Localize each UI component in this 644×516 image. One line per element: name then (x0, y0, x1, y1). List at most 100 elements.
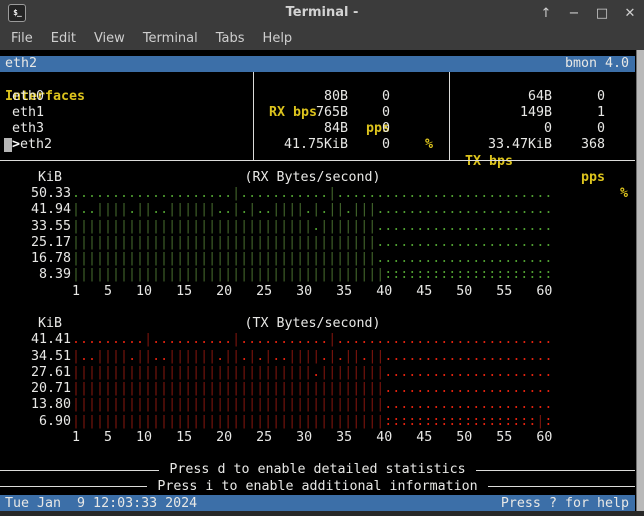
graph-row: 20.71|||||||||||||||||||||||||||||||||||… (4, 381, 635, 397)
graph-unit: KiB (4, 316, 62, 332)
graph-row-cells: |||||||||||||||||||||||||||||||||||||||:… (72, 267, 552, 283)
graph-row: 13.80|||||||||||||||||||||||||||||||||||… (4, 397, 635, 413)
graph-row: 8.39||||||||||||||||||||||||||||||||||||… (4, 267, 635, 283)
menubar: FileEditViewTerminalTabsHelp (0, 27, 644, 50)
y-tick-label: 33.55 (4, 219, 71, 235)
interface-row[interactable]: eth080B064B0 (4, 89, 635, 105)
table-separator-row (4, 154, 635, 170)
rx-pps-value: 0 (350, 121, 390, 137)
y-tick-label: 34.51 (4, 349, 71, 365)
x-axis-labels: 1 5 10 15 20 25 30 35 40 45 50 55 60 (72, 284, 552, 300)
tx-pps-value: 368 (555, 137, 605, 153)
tx-bps-value: 33.47KiB (440, 137, 552, 153)
tx-pps-value: 0 (555, 89, 605, 105)
close-button[interactable]: ✕ (622, 4, 638, 23)
tx-pps-value: 0 (555, 121, 605, 137)
y-tick-label: 6.90 (4, 414, 71, 430)
y-tick-label: 41.94 (4, 202, 71, 218)
maximize-button[interactable]: □ (594, 4, 610, 23)
cursor-block (4, 138, 12, 152)
y-tick-label: 16.78 (4, 251, 71, 267)
status-bar: Tue Jan 9 12:03:33 2024 Press ? for help (0, 495, 635, 511)
y-tick-label: 27.61 (4, 365, 71, 381)
hint-line-additional: Press i to enable additional information (0, 479, 635, 495)
interface-name: eth3 (12, 121, 44, 137)
status-datetime: Tue Jan 9 12:03:33 2024 (5, 495, 197, 511)
rx-bps-value: 80B (230, 89, 348, 105)
tx-graph: KiB (TX Bytes/second)41.41.........|.....… (4, 316, 635, 446)
graph-row: 16.78|||||||||||||||||||||||||||||||||||… (4, 251, 635, 267)
hint-text-additional: Press i to enable additional information (147, 479, 487, 495)
tx-bps-value: 149B (440, 105, 552, 121)
interface-name: eth1 (12, 105, 44, 121)
rx-bps-value: 765B (230, 105, 348, 121)
blank-line (4, 300, 635, 316)
graph-row-cells: |..||||.||..||||||..|.|..||||.|.||.|||..… (72, 202, 553, 218)
titlebar: $_ Terminal - ↑−□✕ (0, 0, 644, 27)
interface-name: eth0 (12, 89, 44, 105)
graph-title: (TX Bytes/second) (72, 316, 553, 332)
menu-item-terminal[interactable]: Terminal (134, 27, 207, 50)
graph-row-cells: |||||||||||||||||||||||||||||||||||||||:… (72, 414, 552, 430)
hint-rule-left (0, 470, 159, 471)
status-help: Press ? for help (501, 495, 635, 511)
interface-row[interactable]: eth384B000 (4, 121, 635, 137)
graph-row-cells: ....................|...........|.......… (72, 186, 552, 202)
graph-row: 33.55||||||||||||||||||||||||||||||.||||… (4, 219, 635, 235)
graph-unit: KiB (4, 170, 62, 186)
minimize-button[interactable]: − (566, 4, 582, 23)
graph-title-line: KiB (RX Bytes/second) (4, 170, 635, 186)
interface-row[interactable]: eth1765B0149B1 (4, 105, 635, 121)
graph-row: 27.61||||||||||||||||||||||||||||||.||||… (4, 365, 635, 381)
menu-item-help[interactable]: Help (254, 27, 302, 50)
bmon-selected-interface: eth2 (5, 56, 37, 72)
menu-item-file[interactable]: File (2, 27, 42, 50)
interfaces-rows: eth080B064B0eth1765B0149B1eth384B000>eth… (4, 89, 635, 154)
graph-row-cells: |..||||.||..||||||.||.|.|..||||.|.||.||.… (72, 349, 553, 365)
bmon-topbar: eth2 bmon 4.0 (0, 56, 635, 72)
blank-line (4, 446, 635, 462)
x-axis: 1 5 10 15 20 25 30 35 40 45 50 55 60 (4, 284, 635, 300)
shade-button[interactable]: ↑ (538, 4, 554, 23)
graph-title-line: KiB (TX Bytes/second) (4, 316, 635, 332)
terminal-screen[interactable]: eth2 bmon 4.0 Interfaces RX bps pps % TX… (0, 50, 644, 511)
graph-row-cells: |||||||||||||||||||||||||||||||||||||||.… (72, 381, 552, 397)
rx-graph: KiB (RX Bytes/second)50.33...............… (4, 170, 635, 300)
graph-row: 25.17|||||||||||||||||||||||||||||||||||… (4, 235, 635, 251)
y-tick-label: 50.33 (4, 186, 71, 202)
interface-row[interactable]: >eth241.75KiB033.47KiB368 (4, 137, 635, 153)
scrollbar[interactable] (636, 50, 644, 511)
menu-item-view[interactable]: View (85, 27, 134, 50)
graph-title: (RX Bytes/second) (72, 170, 553, 186)
tx-pps-value: 1 (555, 105, 605, 121)
tx-bps-value: 64B (440, 89, 552, 105)
bmon-version: bmon 4.0 (565, 56, 635, 72)
selection-arrow: > (12, 137, 20, 153)
window: $_ Terminal - ↑−□✕ FileEditViewTerminalT… (0, 0, 644, 516)
interface-name: eth2 (20, 137, 52, 153)
graph-row-cells: |||||||||||||||||||||||||||||||||||||||.… (72, 397, 552, 413)
hint-rule-left (0, 486, 147, 487)
graph-row: 50.33....................|...........|..… (4, 186, 635, 202)
graph-row: 34.51|..||||.||..||||||.||.|.|..||||.|.|… (4, 349, 635, 365)
tx-bps-value: 0 (440, 121, 552, 137)
interfaces-header: Interfaces RX bps pps % TX bps pps % (4, 72, 635, 88)
rx-pps-value: 0 (350, 137, 390, 153)
y-tick-label: 20.71 (4, 381, 71, 397)
menu-item-edit[interactable]: Edit (42, 27, 85, 50)
hint-rule-right (488, 486, 635, 487)
y-tick-label: 41.41 (4, 332, 71, 348)
rx-bps-value: 84B (230, 121, 348, 137)
menu-item-tabs[interactable]: Tabs (207, 27, 254, 50)
y-tick-label: 25.17 (4, 235, 71, 251)
x-axis: 1 5 10 15 20 25 30 35 40 45 50 55 60 (4, 430, 635, 446)
hint-rule-right (476, 470, 635, 471)
window-bottom-border (0, 511, 644, 516)
graph-row-cells: .........|..........|...........|.......… (72, 332, 552, 348)
graph-row: 41.94|..||||.||..||||||..|.|..||||.|.||.… (4, 202, 635, 218)
graph-row-cells: ||||||||||||||||||||||||||||||||||||||..… (72, 251, 552, 267)
x-axis-labels: 1 5 10 15 20 25 30 35 40 45 50 55 60 (72, 430, 552, 446)
hint-line-detailed: Press d to enable detailed statistics (0, 462, 635, 478)
graph-row-cells: ||||||||||||||||||||||||||||||||||||||..… (72, 235, 552, 251)
graph-row-cells: ||||||||||||||||||||||||||||||.|||||||..… (72, 219, 552, 235)
